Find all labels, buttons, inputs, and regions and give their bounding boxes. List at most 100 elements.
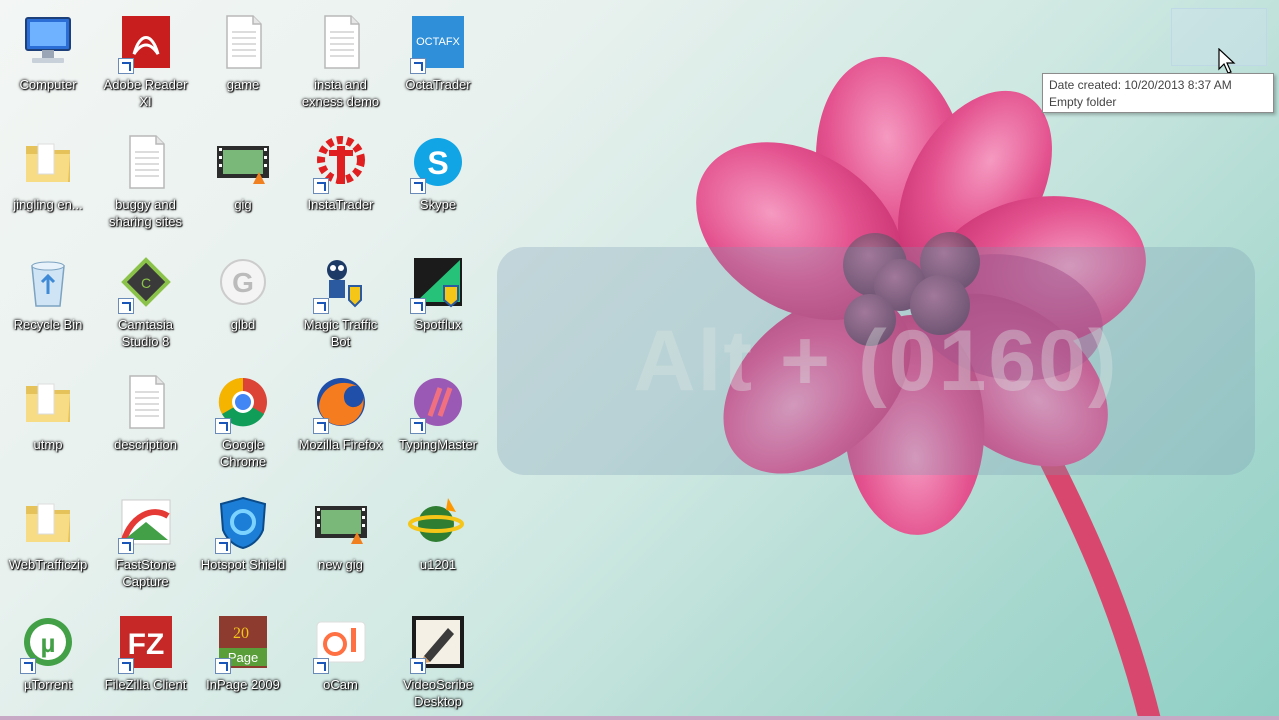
chrome-icon	[213, 372, 273, 434]
desktop-icon-label: VideoScribe Desktop	[403, 677, 473, 709]
shortcut-arrow-icon	[20, 658, 36, 674]
desktop-icon-jingling-en[interactable]: jingling en...	[2, 124, 94, 236]
text-document-icon	[213, 12, 273, 72]
shortcut-arrow-icon	[312, 298, 329, 314]
shortcut-arrow-icon	[215, 418, 231, 434]
shortcut-arrow-icon	[410, 58, 426, 74]
shortcut-arrow-icon	[117, 298, 134, 314]
desktop-icon-label: OctaTrader	[405, 77, 471, 92]
desktop-icon-utmp[interactable]: utmp	[2, 364, 94, 476]
shortcut-arrow-icon	[410, 178, 426, 194]
desktop-icon-hotspot-shield[interactable]: Hotspot Shield	[197, 484, 289, 596]
octafx-icon: OCTAFX	[408, 12, 468, 74]
desktop-icon-label: u1201	[419, 557, 457, 572]
desktop-icon-u1201[interactable]: u1201	[392, 484, 484, 596]
shortcut-arrow-icon	[410, 298, 426, 314]
desktop-icon-faststone-capture[interactable]: FastStone Capture	[100, 484, 192, 596]
folder-icon	[18, 372, 78, 432]
desktop-icon-webtrafficzip[interactable]: WebTrafficzip	[2, 484, 94, 596]
svg-text:FZ: FZ	[127, 628, 164, 661]
keyboard-shortcut-overlay: Alt + (0160)	[497, 247, 1255, 475]
desktop-icon-mozilla-firefox[interactable]: Mozilla Firefox	[295, 364, 387, 476]
recycle-bin-icon	[18, 252, 78, 312]
desktop-icon-camtasia-studio-8[interactable]: C Camtasia Studio 8	[100, 244, 192, 356]
desktop-icon-label: Magic Traffic Bot	[303, 317, 378, 349]
desktop-icon-label: WebTrafficzip	[8, 557, 88, 572]
desktop-icon-magic-traffic-bot[interactable]: Magic Traffic Bot	[295, 244, 387, 356]
utorrent-icon: µ	[18, 612, 78, 674]
text-document-icon	[311, 12, 371, 72]
faststone-icon	[116, 492, 176, 554]
desktop-icon-label: µTorrent	[24, 677, 72, 692]
svg-text:S: S	[427, 145, 448, 181]
desktop-icon-adobe-reader-xi[interactable]: Adobe Reader XI	[100, 4, 192, 116]
desktop-icon-label: FastStone Capture	[115, 557, 176, 589]
desktop-icon-µtorrent[interactable]: µ µTorrent	[2, 604, 94, 716]
computer-icon	[18, 12, 78, 72]
desktop-icon-videoscribe-desktop[interactable]: VideoScribe Desktop	[392, 604, 484, 716]
desktop-icon-new-gig[interactable]: new gig	[295, 484, 387, 596]
desktop-icon-buggy-and-sharing-sites[interactable]: buggy and sharing sites	[100, 124, 192, 236]
desktop-icon-label: glbd	[230, 317, 256, 332]
desktop-icon-typingmaster[interactable]: TypingMaster	[392, 364, 484, 476]
desktop-icon-label: Skype	[419, 197, 457, 212]
desktop-icon-label: new gig	[318, 557, 363, 572]
camtasia-icon: C	[116, 252, 176, 314]
shortcut-arrow-icon	[312, 658, 329, 674]
glbd-icon: G	[213, 252, 273, 312]
desktop-icon-recycle-bin[interactable]: Recycle Bin	[2, 244, 94, 356]
shortcut-arrow-icon	[312, 178, 329, 194]
desktop-icon-filezilla-client[interactable]: FZ FileZilla Client	[100, 604, 192, 716]
video-file-icon	[311, 492, 371, 552]
desktop-icon-label: Recycle Bin	[13, 317, 83, 332]
shortcut-arrow-icon	[215, 658, 231, 674]
desktop-icon-spotflux[interactable]: Spotflux	[392, 244, 484, 356]
mouse-cursor-icon	[1218, 48, 1236, 74]
firefox-icon	[311, 372, 371, 434]
tooltip-date-created: Date created: 10/20/2013 8:37 AM	[1049, 78, 1232, 92]
desktop-icon-label: Adobe Reader XI	[103, 77, 188, 109]
desktop-icon-label: Spotflux	[414, 317, 462, 332]
desktop-icon-label: Google Chrome	[219, 437, 267, 469]
instaforex-icon	[311, 132, 371, 194]
svg-text:µ: µ	[41, 628, 56, 658]
overlay-text: Alt + (0160)	[633, 312, 1119, 409]
desktop-icon-computer[interactable]: Computer	[2, 4, 94, 116]
desktop-icon-label: Computer	[19, 77, 77, 92]
spotflux-icon	[408, 252, 468, 314]
svg-text:OCTAFX: OCTAFX	[416, 36, 460, 48]
shortcut-arrow-icon	[410, 658, 426, 674]
robot-icon	[311, 252, 371, 314]
desktop-icon-label: jingling en...	[13, 197, 83, 212]
shortcut-arrow-icon	[117, 658, 134, 674]
desktop-icon-glbd[interactable]: Gglbd	[197, 244, 289, 356]
desktop-icon-game[interactable]: game	[197, 4, 289, 116]
desktop-icon-description[interactable]: description	[100, 364, 192, 476]
ocam-icon	[311, 612, 371, 674]
desktop-icon-ocam[interactable]: oCam	[295, 604, 387, 716]
videoscribe-icon	[408, 612, 468, 674]
desktop-icon-octatrader[interactable]: OCTAFX OctaTrader	[392, 4, 484, 116]
folder-icon	[18, 492, 78, 552]
hotspot-shield-icon	[213, 492, 273, 554]
svg-text:C: C	[140, 275, 150, 291]
folder-icon	[18, 132, 78, 192]
shortcut-arrow-icon	[312, 418, 329, 434]
desktop-icon-insta-and-exness-demo[interactable]: insta and exness demo	[295, 4, 387, 116]
desktop-icon-skype[interactable]: S Skype	[392, 124, 484, 236]
taskbar-edge	[0, 716, 1279, 720]
desktop-icon-label: Mozilla Firefox	[298, 437, 383, 452]
svg-text:Page: Page	[228, 650, 258, 665]
desktop-icon-instatrader[interactable]: InstaTrader	[295, 124, 387, 236]
desktop-icon-gig[interactable]: gig	[197, 124, 289, 236]
adobe-reader-icon	[116, 12, 176, 74]
typingmaster-icon	[408, 372, 468, 434]
svg-text:20: 20	[233, 625, 249, 642]
shortcut-arrow-icon	[117, 538, 134, 554]
desktop-icon-label: InPage 2009	[206, 677, 280, 692]
desktop-icon-label: InstaTrader	[307, 197, 374, 212]
globe-icon	[408, 492, 468, 552]
skype-icon: S	[408, 132, 468, 194]
desktop-icon-inpage-2009[interactable]: 20 Page InPage 2009	[197, 604, 289, 716]
desktop-icon-google-chrome[interactable]: Google Chrome	[197, 364, 289, 476]
